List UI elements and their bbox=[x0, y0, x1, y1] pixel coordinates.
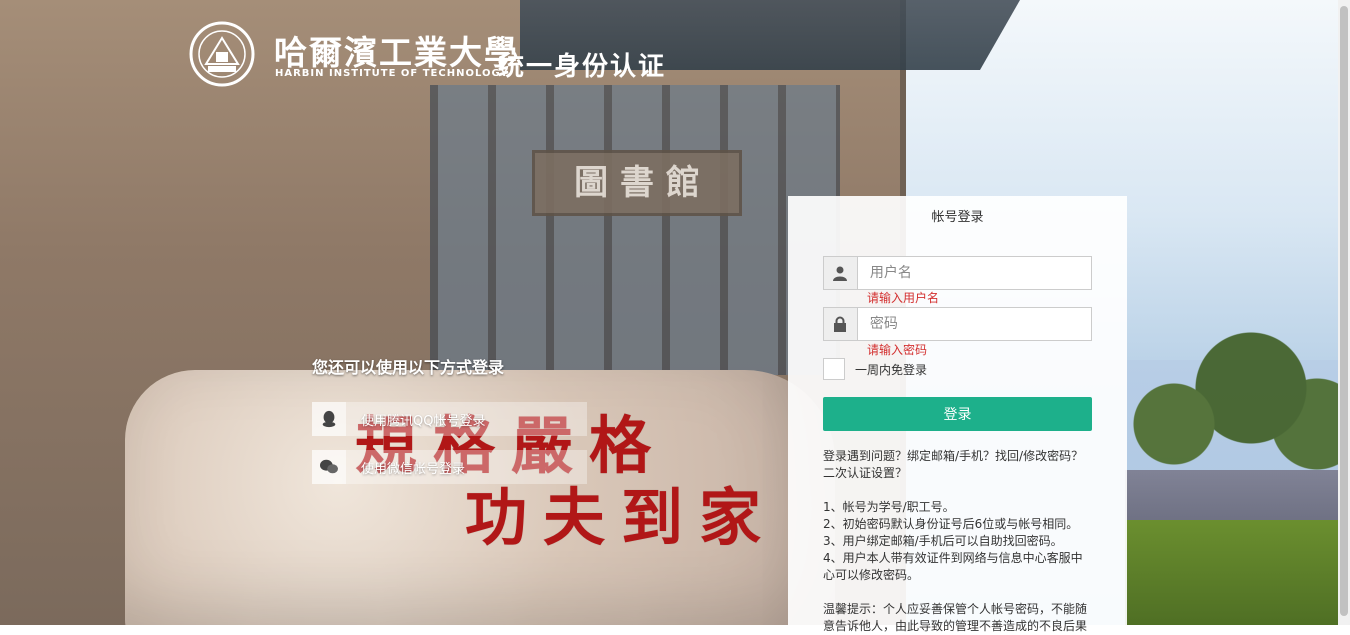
rule-item: 4、用户本人带有效证件到网络与信息中心客服中心可以修改密码。 bbox=[823, 551, 1083, 582]
qq-login-button[interactable]: 使用腾讯QQ帐号登录 bbox=[312, 402, 587, 436]
user-icon bbox=[824, 257, 858, 289]
wechat-icon bbox=[312, 450, 346, 484]
login-panel-title[interactable]: 帐号登录 bbox=[788, 206, 1127, 225]
password-field bbox=[823, 307, 1092, 341]
lock-icon bbox=[824, 308, 858, 340]
system-title: 统一身份认证 bbox=[498, 52, 667, 82]
wechat-login-label: 使用微信帐号登录 bbox=[361, 461, 466, 477]
university-seal-icon bbox=[189, 21, 255, 87]
building-windows bbox=[430, 85, 840, 375]
username-input[interactable] bbox=[857, 257, 1091, 289]
alternate-login: 您还可以使用以下方式登录 使用腾讯QQ帐号登录 使用微信帐号登录 bbox=[312, 354, 592, 498]
wechat-login-button[interactable]: 使用微信帐号登录 bbox=[312, 450, 587, 484]
lawn bbox=[1125, 520, 1350, 625]
scrollbar-thumb[interactable] bbox=[1340, 6, 1348, 616]
qq-login-label: 使用腾讯QQ帐号登录 bbox=[361, 413, 486, 429]
school-name-cn: 哈爾濱工業大學 bbox=[274, 33, 519, 72]
site-logo[interactable]: 哈爾濱工業大學 HARBIN INSTITUTE OF TECHNOLOGY 统… bbox=[186, 20, 686, 90]
help-section: 登录遇到问题？绑定邮箱/手机？找回/修改密码？二次认证设置？ 1、帐号为学号/职… bbox=[823, 448, 1093, 635]
trees bbox=[1130, 280, 1350, 520]
password-input[interactable] bbox=[857, 308, 1091, 340]
rule-item: 2、初始密码默认身份证号后6位或与帐号相同。 bbox=[823, 517, 1079, 531]
remember-label: 一周内免登录 bbox=[855, 362, 928, 377]
page-scrollbar[interactable] bbox=[1338, 0, 1350, 625]
alternate-login-title: 您还可以使用以下方式登录 bbox=[312, 358, 505, 377]
remember-me[interactable]: 一周内免登录 bbox=[823, 358, 927, 380]
background-photo: 圖 書 館 規格嚴格 功夫到家 bbox=[0, 0, 1350, 625]
help-link[interactable]: 登录遇到问题？绑定邮箱/手机？找回/修改密码？二次认证设置？ bbox=[823, 448, 1093, 482]
password-error: 请输入密码 bbox=[867, 343, 928, 357]
login-button[interactable]: 登录 bbox=[823, 397, 1092, 431]
qq-icon bbox=[312, 402, 346, 436]
remember-checkbox[interactable] bbox=[823, 358, 845, 380]
login-panel: 帐号登录 请输入用户名 请输入密码 一周内免登录 登录 登录遇到问题？绑定邮箱/… bbox=[788, 196, 1127, 633]
warm-tip: 温馨提示：个人应妥善保管个人帐号密码，不能随意告诉他人，由此导致的管理不善造成的… bbox=[823, 602, 1088, 633]
rule-item: 1、帐号为学号/职工号。 bbox=[823, 500, 955, 514]
rule-item: 3、用户绑定邮箱/手机后可以自助找回密码。 bbox=[823, 534, 1063, 548]
building-sign-text: 圖 書 館 bbox=[574, 163, 700, 203]
username-field bbox=[823, 256, 1092, 290]
username-error: 请输入用户名 bbox=[867, 291, 940, 305]
building-sign: 圖 書 館 bbox=[532, 150, 742, 216]
school-name-en: HARBIN INSTITUTE OF TECHNOLOGY bbox=[275, 68, 509, 79]
